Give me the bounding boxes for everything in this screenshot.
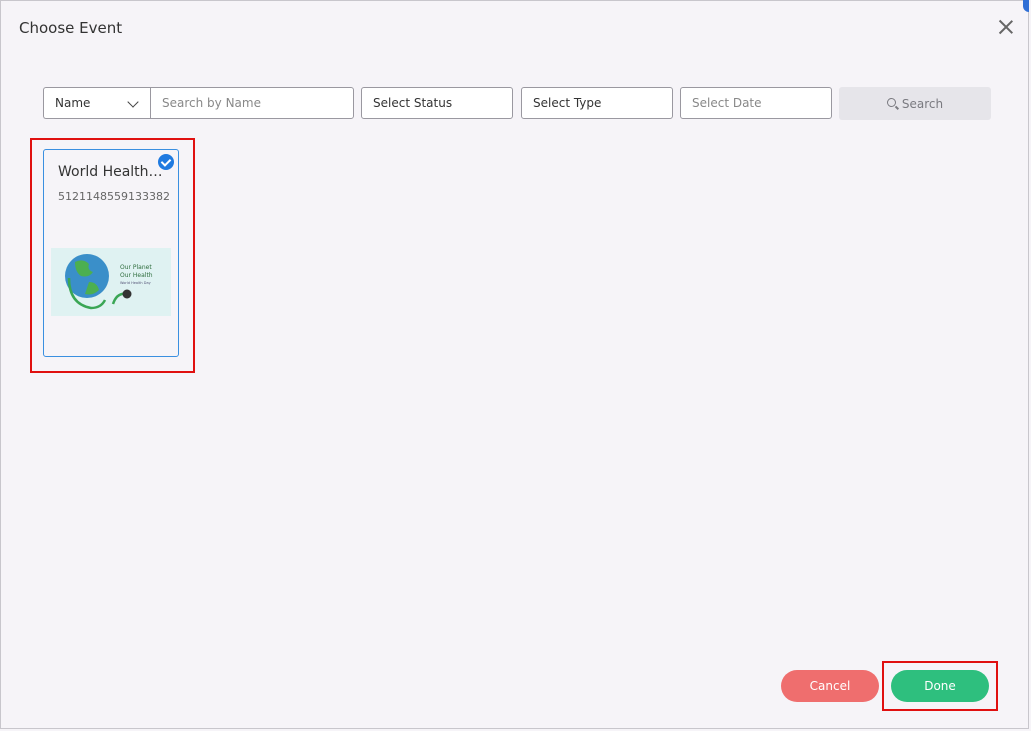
name-filter-label: Name	[55, 96, 91, 110]
cancel-button[interactable]: Cancel	[781, 670, 879, 702]
chevron-down-icon	[127, 96, 139, 108]
search-icon	[886, 98, 896, 107]
status-select[interactable]: Select Status	[361, 87, 513, 119]
choose-event-dialog: Choose Event Name Search by Name Select …	[0, 0, 1029, 729]
search-input[interactable]: Search by Name	[150, 87, 354, 119]
search-button[interactable]: Search	[839, 87, 991, 120]
name-filter-select[interactable]: Name	[43, 87, 151, 119]
highlight-box-card	[30, 138, 195, 373]
highlight-box-done	[882, 661, 998, 711]
search-button-label: Search	[901, 96, 944, 111]
date-input[interactable]: Select Date	[680, 87, 832, 119]
dialog-title: Choose Event	[19, 19, 123, 37]
type-select[interactable]: Select Type	[521, 87, 673, 119]
close-icon[interactable]	[998, 19, 1014, 35]
corner-accent	[1023, 0, 1029, 12]
